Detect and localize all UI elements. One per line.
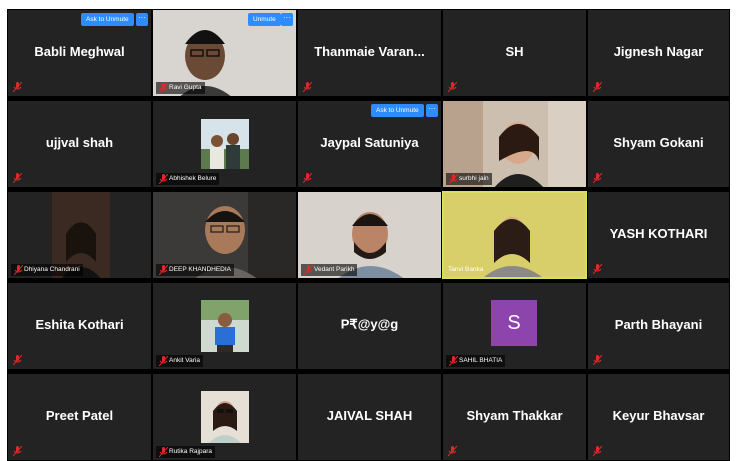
participant-tile[interactable]: Thanmaie Varan... [297, 9, 442, 97]
mic-muted-icon [303, 82, 312, 92]
participant-name: Ravi Gupta [169, 84, 202, 91]
participant-name: Thanmaie Varan... [314, 44, 425, 59]
mic-muted-icon [593, 173, 602, 183]
mic-muted-icon [13, 173, 22, 183]
mic-muted-icon [449, 356, 458, 366]
more-options-button[interactable]: ··· [426, 104, 438, 117]
participant-name: Tanvi Banka [448, 266, 484, 273]
participant-tile[interactable]: Unmute ··· Ravi Gupta [152, 9, 297, 97]
participant-name-label: Ankit Varia [156, 355, 203, 367]
participant-name: Ankit Varia [169, 357, 200, 364]
more-options-button[interactable]: ··· [281, 13, 293, 26]
participant-name: Vedant Parikh [314, 266, 355, 273]
participant-name-label: DEEP KHANDHEDIA [156, 264, 235, 276]
participant-tile[interactable]: ujjval shah [7, 100, 152, 188]
participant-tile[interactable]: JAIVAL SHAH [297, 373, 442, 461]
participant-name: DEEP KHANDHEDIA [169, 266, 232, 273]
participant-name: Preet Patel [45, 408, 114, 423]
unmute-button[interactable]: Unmute [248, 13, 281, 26]
participant-grid: Ask to Unmute ··· Babli Meghwal Unmute ·… [7, 9, 730, 461]
participant-name-label: Dhiyana Chandrani [11, 264, 83, 276]
more-options-button[interactable]: ··· [136, 13, 148, 26]
profile-picture [201, 119, 249, 169]
participant-name: ujjval shah [45, 135, 114, 150]
participant-name-label: SAHIL BHATIA [446, 355, 506, 367]
mic-muted-icon [303, 173, 312, 183]
participant-tile[interactable]: Jignesh Nagar [587, 9, 730, 97]
participant-name: Dhiyana Chandrani [24, 266, 80, 273]
mic-muted-icon [13, 446, 22, 456]
participant-name: P₹@y@g [340, 316, 399, 332]
participant-tile[interactable]: Parth Bhayani [587, 282, 730, 370]
mic-muted-icon [159, 174, 168, 184]
participant-name: Rutika Rajpara [169, 448, 212, 455]
participant-tile[interactable]: S SAHIL BHATIA [442, 282, 587, 370]
participant-tile[interactable]: surbhi jain [442, 100, 587, 188]
participant-name: Shyam Thakkar [466, 408, 563, 423]
participant-name: Jignesh Nagar [613, 44, 704, 59]
participant-tile[interactable]: Vedant Parikh [297, 191, 442, 279]
participant-name: JAIVAL SHAH [326, 408, 413, 423]
mic-muted-icon [14, 265, 23, 275]
participant-tile[interactable]: Eshita Kothari [7, 282, 152, 370]
participant-tile[interactable]: Preet Patel [7, 373, 152, 461]
participant-tile[interactable]: P₹@y@g [297, 282, 442, 370]
participant-tile[interactable]: Dhiyana Chandrani [7, 191, 152, 279]
participant-tile[interactable]: Shyam Thakkar [442, 373, 587, 461]
mic-muted-icon [593, 355, 602, 365]
participant-name: Abhishek Belure [169, 175, 217, 182]
participant-tile[interactable]: Ankit Varia [152, 282, 297, 370]
participant-name-label: Vedant Parikh [301, 264, 358, 276]
profile-picture [201, 391, 249, 443]
gallery-view: Ask to Unmute ··· Babli Meghwal Unmute ·… [7, 9, 730, 461]
participant-tile[interactable]: Abhishek Belure [152, 100, 297, 188]
mic-muted-icon [449, 174, 458, 184]
participant-tile[interactable]: DEEP KHANDHEDIA [152, 191, 297, 279]
participant-tile[interactable]: Keyur Bhavsar [587, 373, 730, 461]
participant-name-label: Ravi Gupta [156, 82, 205, 94]
mic-muted-icon [13, 355, 22, 365]
participant-tile[interactable]: Ask to Unmute ··· Babli Meghwal [7, 9, 152, 97]
mic-muted-icon [593, 446, 602, 456]
participant-tile[interactable]: YASH KOTHARI [587, 191, 730, 279]
participant-name: SH [505, 44, 524, 59]
participant-name: Babli Meghwal [34, 44, 125, 59]
profile-picture [201, 300, 249, 352]
participant-name-label: Tanvi Banka [445, 264, 486, 276]
ask-to-unmute-button[interactable]: Ask to Unmute [81, 13, 134, 26]
mic-muted-icon [593, 82, 602, 92]
mic-muted-icon [159, 447, 168, 457]
participant-name: surbhi jain [459, 175, 489, 182]
avatar: S [491, 300, 537, 346]
participant-name-label: Abhishek Belure [156, 173, 220, 185]
participant-name-label: Rutika Rajpara [156, 446, 215, 458]
participant-name: YASH KOTHARI [609, 226, 708, 241]
participant-tile[interactable]: Rutika Rajpara [152, 373, 297, 461]
participant-tile[interactable]: Ask to Unmute ··· Jaypal Satuniya [297, 100, 442, 188]
ask-to-unmute-button[interactable]: Ask to Unmute [371, 104, 424, 117]
participant-tile[interactable]: SH [442, 9, 587, 97]
participant-name: Parth Bhayani [614, 317, 703, 332]
mic-muted-icon [448, 82, 457, 92]
participant-name: Shyam Gokani [613, 135, 704, 150]
mic-muted-icon [593, 264, 602, 274]
participant-name: Keyur Bhavsar [612, 408, 705, 423]
mic-muted-icon [448, 446, 457, 456]
mic-muted-icon [159, 83, 168, 93]
participant-name: Eshita Kothari [35, 317, 124, 332]
participant-name-label: surbhi jain [446, 173, 492, 185]
mic-muted-icon [13, 82, 22, 92]
mic-muted-icon [159, 265, 168, 275]
participant-tile[interactable]: Shyam Gokani [587, 100, 730, 188]
mic-muted-icon [159, 356, 168, 366]
mic-muted-icon [304, 265, 313, 275]
participant-tile-active-speaker[interactable]: Tanvi Banka [442, 191, 587, 279]
participant-name: SAHIL BHATIA [459, 357, 503, 364]
participant-name: Jaypal Satuniya [320, 135, 419, 150]
